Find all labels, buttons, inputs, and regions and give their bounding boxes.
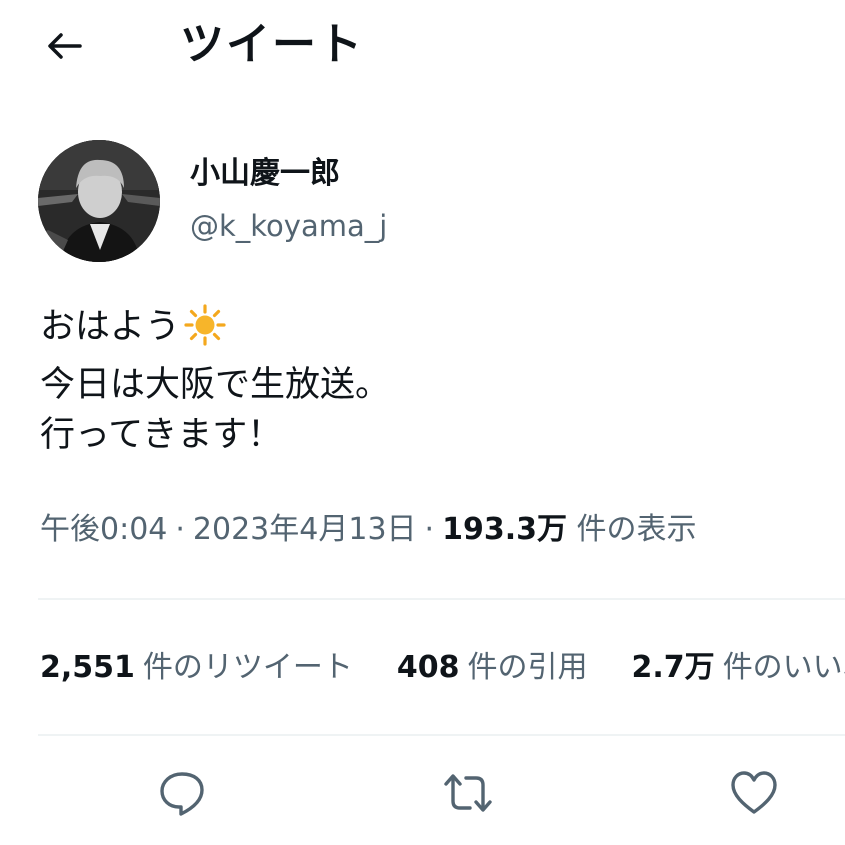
tweet-detail-page: ツイート 小山慶一郎 @k_koyama_j おはよう 今日は大阪で生放送。 行… (0, 0, 845, 845)
likes-label: 件のいいね (722, 650, 845, 685)
page-title: ツイート (180, 19, 364, 70)
display-name[interactable]: 小山慶一郎 (190, 154, 340, 194)
quotes-label: 件の引用 (467, 650, 588, 685)
divider (38, 734, 845, 736)
retweets-label: 件のリツイート (142, 650, 353, 685)
tweet-text: おはよう 今日は大阪で生放送。 行ってきます！ (40, 302, 390, 460)
views-count: 193.3万 (442, 512, 567, 547)
quotes-count: 408 (396, 650, 460, 685)
arrow-left-icon (48, 33, 82, 59)
views-label: 件の表示 (576, 512, 697, 547)
tweet-meta: 午後0:04 · 2023年4月13日 · 193.3万 件の表示 (40, 508, 697, 552)
tweet-time[interactable]: 午後0:04 (40, 512, 167, 547)
avatar[interactable] (38, 140, 160, 262)
user-handle[interactable]: @k_koyama_j (190, 206, 387, 246)
retweet-icon (444, 774, 492, 812)
tweet-line: 行ってきます！ (40, 415, 283, 455)
divider (38, 598, 845, 600)
retweets-stat[interactable]: 2,551 件のリツイート (40, 646, 353, 690)
meta-separator: · (424, 512, 435, 547)
tweet-line: 今日は大阪で生放送。 (40, 365, 391, 405)
retweets-count: 2,551 (40, 650, 135, 685)
tweet-line: おはよう (40, 302, 390, 360)
heart-icon (731, 771, 777, 814)
retweet-button[interactable] (440, 765, 496, 821)
likes-stat[interactable]: 2.7万件のいいね (632, 646, 845, 690)
reply-button[interactable] (154, 765, 210, 821)
engagement-stats: 2,551件のリツイート 408件の引用 2.7万件のいいね (40, 646, 845, 690)
reply-icon (160, 772, 204, 816)
meta-separator: · (175, 512, 185, 547)
back-button[interactable] (38, 20, 90, 72)
tweet-date[interactable]: 2023年4月13日 (193, 512, 417, 547)
like-button[interactable] (726, 765, 782, 821)
sun-emoji-icon (184, 304, 226, 360)
quotes-stat[interactable]: 408 件の引用 (397, 646, 588, 690)
likes-count: 2.7万 (631, 650, 715, 685)
